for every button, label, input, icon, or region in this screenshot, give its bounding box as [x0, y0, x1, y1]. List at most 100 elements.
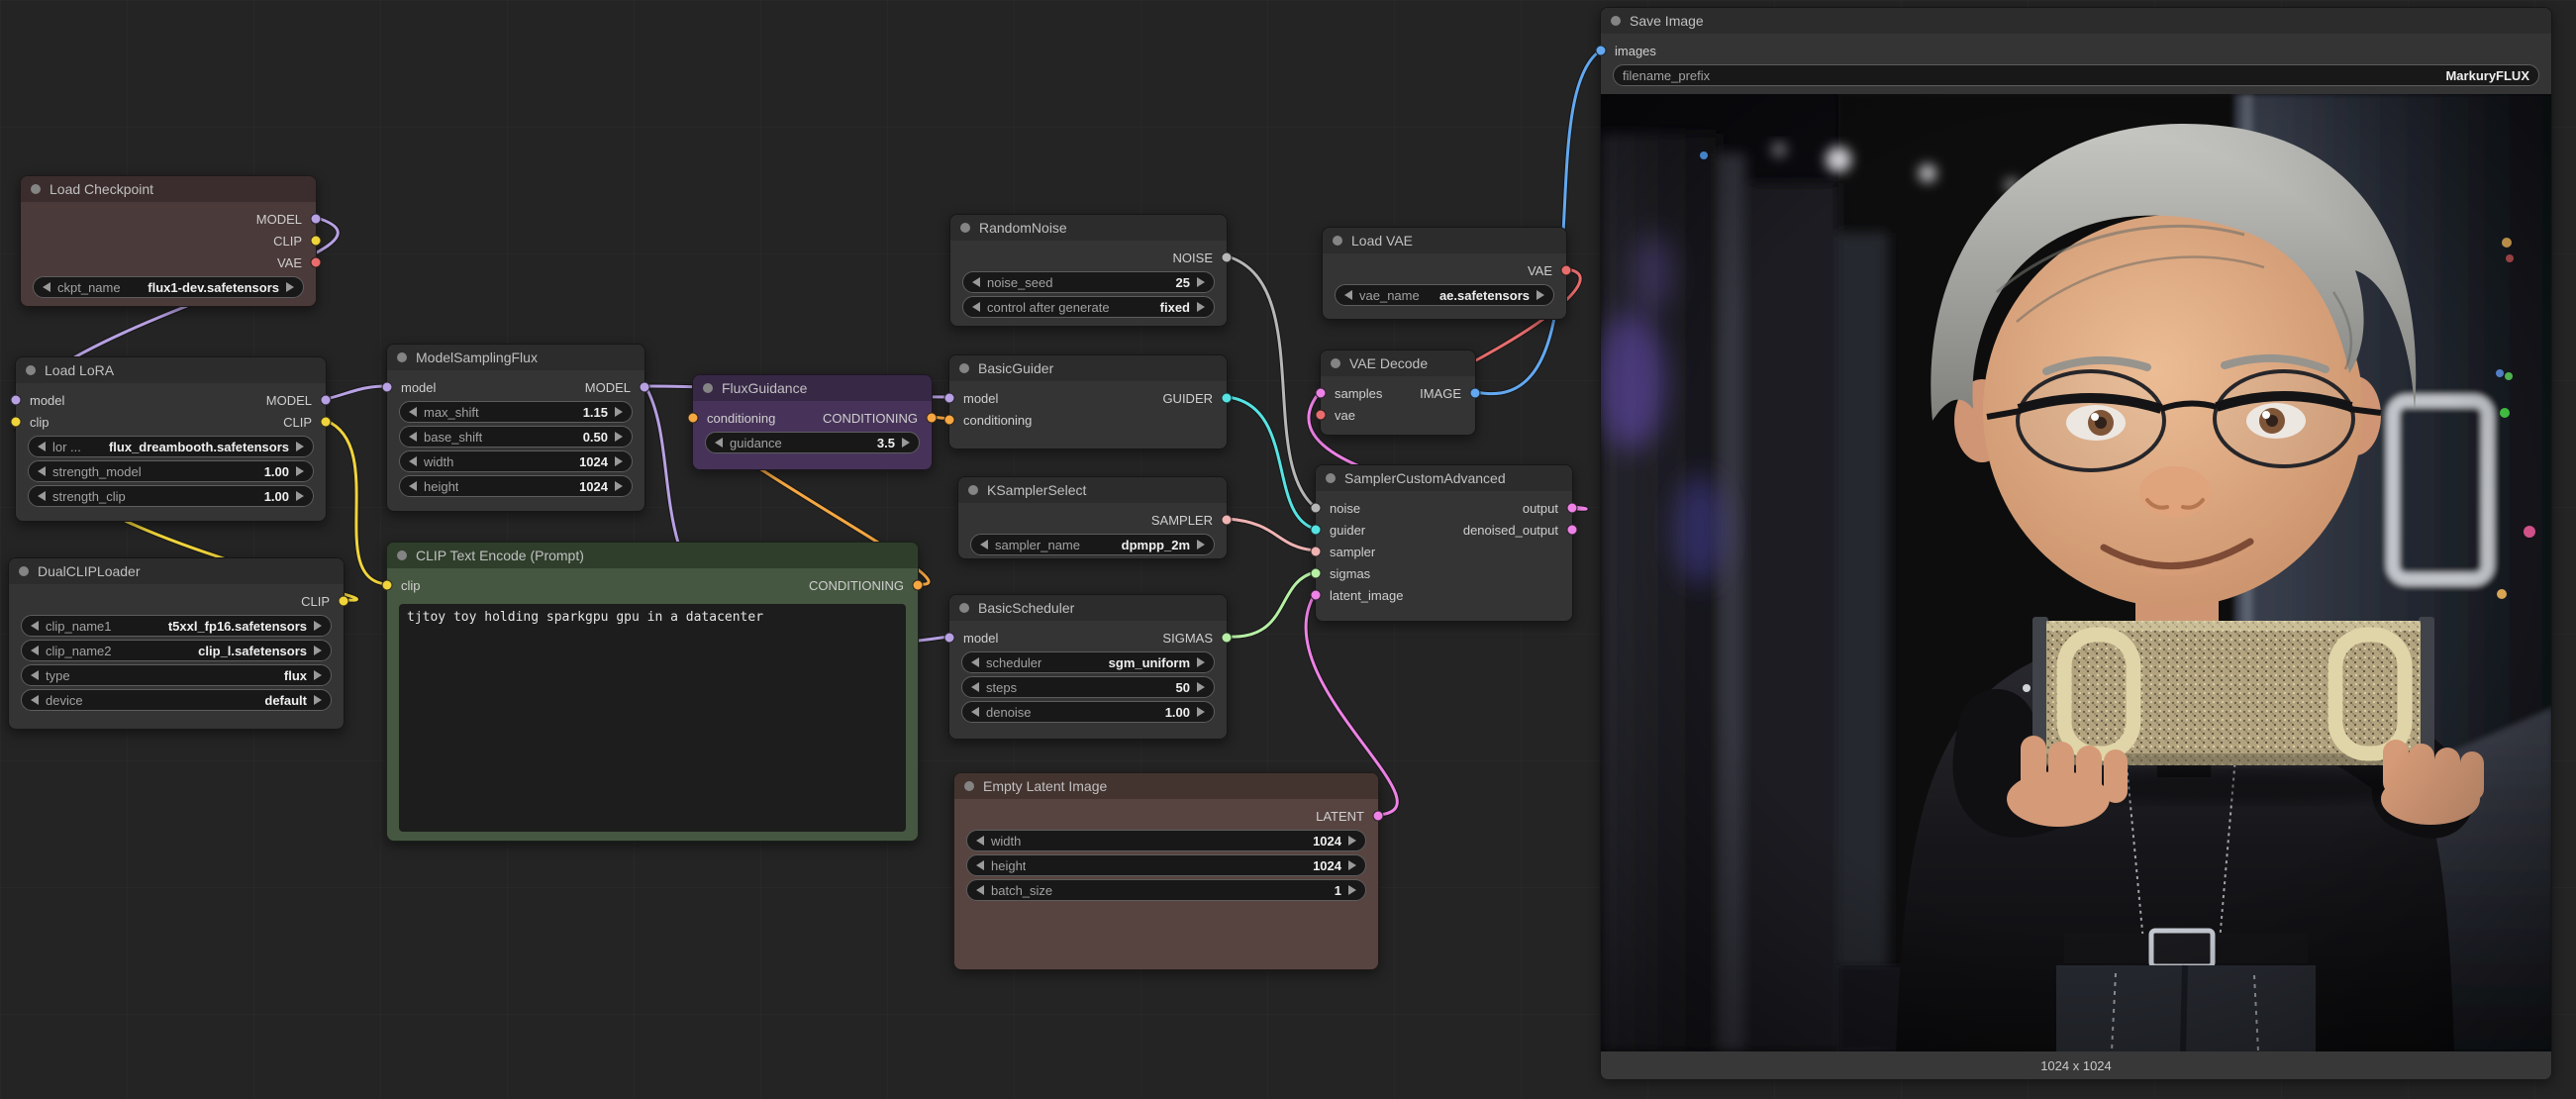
noise-input-port[interactable]: [1311, 503, 1322, 514]
decrement-arrow-icon[interactable]: [38, 466, 46, 476]
node-ksampler-select[interactable]: KSamplerSelect SAMPLER sampler_name dpmp…: [957, 476, 1228, 559]
prev-arrow-icon[interactable]: [43, 282, 50, 292]
collapse-dot-icon[interactable]: [19, 566, 29, 576]
collapse-dot-icon[interactable]: [959, 363, 969, 373]
node-header[interactable]: FluxGuidance: [693, 375, 932, 401]
collapse-dot-icon[interactable]: [968, 485, 978, 495]
decrement-arrow-icon[interactable]: [409, 456, 417, 466]
next-arrow-icon[interactable]: [1536, 290, 1544, 300]
collapse-dot-icon[interactable]: [26, 365, 36, 375]
node-header[interactable]: ModelSamplingFlux: [387, 345, 644, 370]
prev-arrow-icon[interactable]: [31, 695, 39, 705]
clip-input-port[interactable]: [382, 580, 393, 591]
next-arrow-icon[interactable]: [1197, 302, 1205, 312]
clip-output-port[interactable]: [321, 417, 332, 428]
increment-arrow-icon[interactable]: [1348, 836, 1356, 846]
node-header[interactable]: DualCLIPLoader: [9, 558, 344, 584]
node-dual-clip-loader[interactable]: DualCLIPLoader CLIP clip_name1 t5xxl_fp1…: [8, 557, 345, 730]
model-output-port[interactable]: [311, 214, 322, 225]
collapse-dot-icon[interactable]: [960, 223, 970, 233]
node-random-noise[interactable]: RandomNoise NOISE noise_seed 25 control …: [949, 214, 1228, 327]
next-arrow-icon[interactable]: [1197, 657, 1205, 667]
decrement-arrow-icon[interactable]: [971, 707, 979, 717]
guider-input-port[interactable]: [1311, 525, 1322, 536]
widget-strength-clip[interactable]: strength_clip 1.00: [28, 485, 314, 507]
node-flux-guidance[interactable]: FluxGuidance conditioning CONDITIONING g…: [692, 374, 933, 470]
node-header[interactable]: Load VAE: [1323, 228, 1566, 253]
prev-arrow-icon[interactable]: [972, 302, 980, 312]
widget-filename-prefix[interactable]: filename_prefix MarkuryFLUX: [1613, 64, 2539, 86]
sigmas-output-port[interactable]: [1222, 633, 1233, 644]
prev-arrow-icon[interactable]: [980, 540, 988, 550]
increment-arrow-icon[interactable]: [615, 481, 623, 491]
output-port[interactable]: [1567, 503, 1578, 514]
next-arrow-icon[interactable]: [314, 670, 322, 680]
prev-arrow-icon[interactable]: [38, 442, 46, 451]
widget-max-shift[interactable]: max_shift 1.15: [399, 401, 633, 423]
image-output-port[interactable]: [1470, 388, 1481, 399]
decrement-arrow-icon[interactable]: [715, 438, 723, 448]
increment-arrow-icon[interactable]: [1348, 860, 1356, 870]
node-empty-latent-image[interactable]: Empty Latent Image LATENT width 1024 hei…: [953, 772, 1379, 970]
increment-arrow-icon[interactable]: [1197, 707, 1205, 717]
samples-input-port[interactable]: [1316, 388, 1327, 399]
node-clip-text-encode[interactable]: CLIP Text Encode (Prompt) clip CONDITION…: [386, 542, 919, 842]
images-input-port[interactable]: [1596, 46, 1607, 56]
vae-input-port[interactable]: [1316, 410, 1327, 421]
model-input-port[interactable]: [382, 382, 393, 393]
model-input-port[interactable]: [944, 393, 955, 404]
prev-arrow-icon[interactable]: [31, 646, 39, 655]
conditioning-input-port[interactable]: [944, 415, 955, 426]
collapse-dot-icon[interactable]: [964, 781, 974, 791]
sampler-output-port[interactable]: [1222, 515, 1233, 526]
conditioning-output-port[interactable]: [913, 580, 924, 591]
denoised-output-port[interactable]: [1567, 525, 1578, 536]
node-load-lora[interactable]: Load LoRA model MODEL clip CLIP lor ... …: [15, 356, 327, 522]
increment-arrow-icon[interactable]: [902, 438, 910, 448]
increment-arrow-icon[interactable]: [1197, 277, 1205, 287]
widget-guidance[interactable]: guidance 3.5: [705, 432, 920, 453]
clip-input-port[interactable]: [11, 417, 22, 428]
widget-control-after-generate[interactable]: control after generate fixed: [962, 296, 1215, 318]
widget-scheduler[interactable]: scheduler sgm_uniform: [961, 651, 1215, 673]
vae-output-port[interactable]: [1561, 265, 1572, 276]
node-model-sampling-flux[interactable]: ModelSamplingFlux model MODEL max_shift …: [386, 344, 645, 512]
widget-vae-name[interactable]: vae_name ae.safetensors: [1335, 284, 1554, 306]
widget-strength-model[interactable]: strength_model 1.00: [28, 460, 314, 482]
widget-noise-seed[interactable]: noise_seed 25: [962, 271, 1215, 293]
decrement-arrow-icon[interactable]: [409, 481, 417, 491]
next-arrow-icon[interactable]: [314, 695, 322, 705]
node-header[interactable]: SamplerCustomAdvanced: [1316, 465, 1572, 491]
increment-arrow-icon[interactable]: [296, 466, 304, 476]
widget-latent-width[interactable]: width 1024: [966, 830, 1366, 851]
conditioning-output-port[interactable]: [927, 413, 938, 424]
node-header[interactable]: KSamplerSelect: [958, 477, 1227, 503]
node-header[interactable]: CLIP Text Encode (Prompt): [387, 543, 918, 568]
node-graph-canvas[interactable]: Load Checkpoint MODEL CLIP VAE ckpt_name…: [0, 0, 2576, 1099]
widget-sampler-name[interactable]: sampler_name dpmpp_2m: [970, 534, 1215, 555]
widget-height[interactable]: height 1024: [399, 475, 633, 497]
next-arrow-icon[interactable]: [286, 282, 294, 292]
model-output-port[interactable]: [640, 382, 650, 393]
collapse-dot-icon[interactable]: [1333, 236, 1342, 246]
next-arrow-icon[interactable]: [296, 442, 304, 451]
collapse-dot-icon[interactable]: [1326, 473, 1336, 483]
node-load-vae[interactable]: Load VAE VAE vae_name ae.safetensors: [1322, 227, 1567, 320]
prev-arrow-icon[interactable]: [971, 657, 979, 667]
node-header[interactable]: RandomNoise: [950, 215, 1227, 241]
widget-batch-size[interactable]: batch_size 1: [966, 879, 1366, 901]
node-header[interactable]: Empty Latent Image: [954, 773, 1378, 799]
increment-arrow-icon[interactable]: [1197, 682, 1205, 692]
collapse-dot-icon[interactable]: [1331, 358, 1340, 368]
widget-clip-name2[interactable]: clip_name2 clip_l.safetensors: [21, 640, 332, 661]
node-basic-scheduler[interactable]: BasicScheduler model SIGMAS scheduler sg…: [948, 594, 1228, 740]
decrement-arrow-icon[interactable]: [976, 860, 984, 870]
model-output-port[interactable]: [321, 395, 332, 406]
decrement-arrow-icon[interactable]: [972, 277, 980, 287]
node-header[interactable]: BasicScheduler: [949, 595, 1227, 621]
sigmas-input-port[interactable]: [1311, 568, 1322, 579]
collapse-dot-icon[interactable]: [397, 352, 407, 362]
decrement-arrow-icon[interactable]: [976, 836, 984, 846]
node-header[interactable]: VAE Decode: [1321, 350, 1475, 376]
collapse-dot-icon[interactable]: [1611, 16, 1621, 26]
